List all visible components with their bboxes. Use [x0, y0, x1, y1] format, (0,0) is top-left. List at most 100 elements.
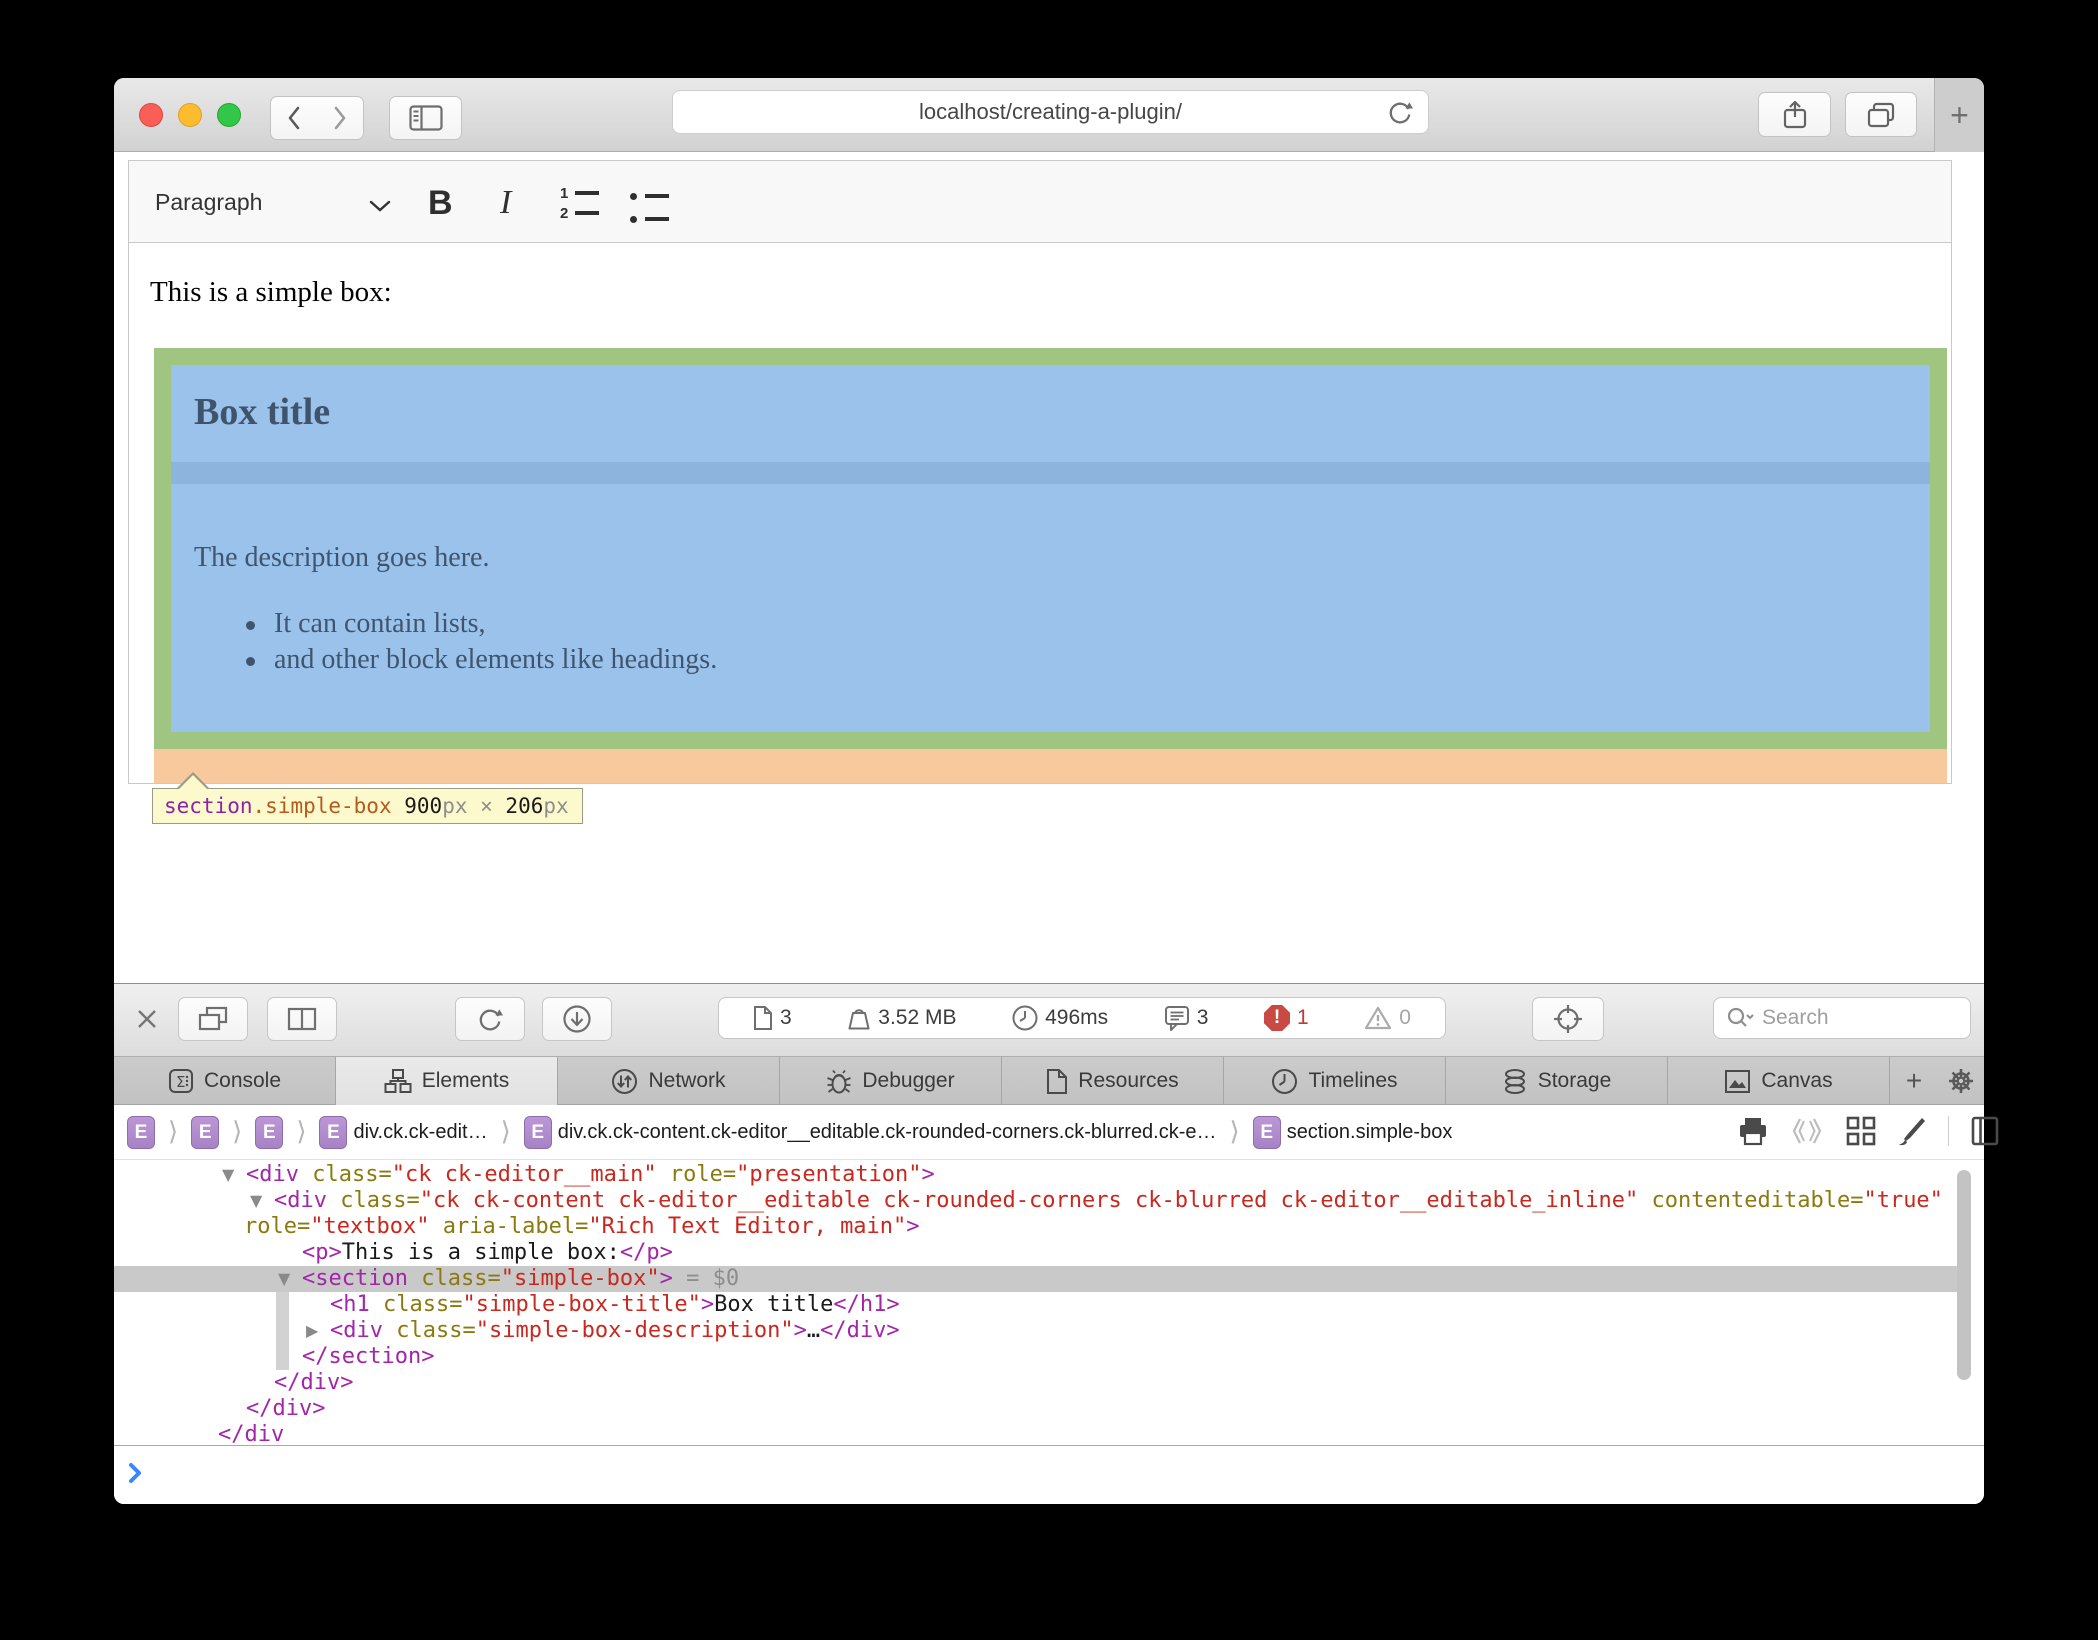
- dom-tree-line-3[interactable]: role="textbox" aria-label="Rich Text Edi…: [244, 1214, 920, 1240]
- breadcrumb: E⟩E⟩E⟩Ediv.ck.ck-edit…⟩Ediv.ck.ck-conten…: [127, 1105, 1452, 1160]
- disclosure-triangle-closed[interactable]: ▶: [306, 1321, 318, 1340]
- tab-resources[interactable]: Resources: [1002, 1057, 1224, 1105]
- bullet-item[interactable]: It can contain lists,: [274, 608, 486, 640]
- tab-canvas[interactable]: Canvas: [1668, 1057, 1890, 1105]
- forward-button[interactable]: [316, 96, 364, 140]
- reload-page-icon[interactable]: [1386, 98, 1414, 126]
- timelines-icon: [1271, 1068, 1298, 1095]
- bulleted-list-button[interactable]: [630, 189, 669, 226]
- breadcrumb-item[interactable]: E: [191, 1116, 219, 1149]
- paintbrush-icon[interactable]: [1898, 1116, 1926, 1146]
- tab-label: Debugger: [862, 1069, 954, 1093]
- element-badge-icon: E: [127, 1116, 155, 1149]
- warning-count-badge[interactable]: 0: [1364, 1005, 1411, 1031]
- transfer-size-badge[interactable]: 3.52 MB: [847, 1005, 956, 1031]
- breadcrumb-label: section.simple-box: [1287, 1121, 1453, 1144]
- devtools-settings-button[interactable]: [1938, 1057, 1984, 1105]
- document-icon: [753, 1005, 773, 1031]
- debugger-icon: [826, 1068, 852, 1095]
- disclosure-triangle-open[interactable]: ▼: [222, 1165, 234, 1184]
- tab-console[interactable]: ΣConsole: [114, 1057, 336, 1105]
- grid-icon[interactable]: [1846, 1116, 1876, 1146]
- sidebar-toggle-button[interactable]: [389, 96, 462, 140]
- tab-network[interactable]: Network: [558, 1057, 780, 1105]
- address-bar[interactable]: localhost/creating-a-plugin/: [672, 90, 1429, 134]
- tab-debugger[interactable]: Debugger: [780, 1057, 1002, 1105]
- element-picker-button[interactable]: [1532, 997, 1604, 1041]
- chevron-right-icon: ⟩: [296, 1116, 306, 1147]
- angle-brackets-icon[interactable]: [1790, 1116, 1824, 1146]
- weight-icon: [847, 1005, 871, 1031]
- new-tab-button[interactable]: +: [1934, 78, 1984, 152]
- tab-label: Storage: [1538, 1069, 1612, 1093]
- url-text: localhost/creating-a-plugin/: [919, 99, 1182, 125]
- dom-tree-line-2[interactable]: <div class="ck ck-content ck-editor__edi…: [274, 1188, 1943, 1214]
- tab-timelines[interactable]: Timelines: [1224, 1057, 1446, 1105]
- elements-icon: [384, 1068, 412, 1094]
- breadcrumb-item[interactable]: E: [127, 1116, 155, 1149]
- show-all-tabs-button[interactable]: [1845, 92, 1917, 137]
- devtools-search-field[interactable]: Search: [1713, 997, 1971, 1039]
- dom-tree-scrollbar[interactable]: [1957, 1170, 1971, 1380]
- paragraph-style-dropdown[interactable]: Paragraph: [155, 189, 262, 216]
- close-window-button[interactable]: [139, 103, 163, 127]
- bold-button[interactable]: B: [428, 184, 453, 223]
- minimize-window-button[interactable]: [178, 103, 202, 127]
- tooltip-tag: section: [164, 794, 253, 818]
- error-octagon-icon: !: [1264, 1005, 1290, 1031]
- dom-tree-line-1[interactable]: <div class="ck ck-editor__main" role="pr…: [246, 1162, 935, 1188]
- sidebar-icon: [409, 105, 443, 131]
- load-time-badge[interactable]: 496ms: [1012, 1005, 1108, 1031]
- tab-elements[interactable]: Elements: [336, 1057, 558, 1105]
- dom-tree-line-8[interactable]: </section>: [302, 1344, 434, 1370]
- dock-side-button[interactable]: [178, 997, 248, 1041]
- disclosure-triangle-open[interactable]: ▼: [250, 1191, 262, 1210]
- canvas-icon: [1724, 1069, 1751, 1094]
- share-icon: [1782, 100, 1808, 130]
- console-icon: Σ: [168, 1068, 194, 1094]
- dom-tree-line-9[interactable]: </div>: [274, 1370, 353, 1396]
- reload-button[interactable]: [455, 997, 525, 1041]
- console-prompt-icon[interactable]: [127, 1462, 143, 1484]
- details-sidebar-icon[interactable]: [1971, 1116, 1999, 1146]
- dom-tree-line-4[interactable]: <p>This is a simple box:</p>: [302, 1240, 673, 1266]
- element-size-tooltip: section.simple-box 900px × 206px: [152, 788, 583, 824]
- disclosure-triangle-open[interactable]: ▼: [278, 1269, 290, 1288]
- download-button[interactable]: [542, 997, 612, 1041]
- network-icon: [611, 1068, 638, 1095]
- italic-button[interactable]: I: [500, 184, 511, 222]
- dom-tree-line-10[interactable]: </div>: [246, 1396, 325, 1422]
- devtools-status-pill: 3 3.52 MB 496ms 3 ! 1 0: [718, 997, 1446, 1039]
- breadcrumb-item[interactable]: E: [255, 1116, 283, 1149]
- dom-tree-line-6[interactable]: <h1 class="simple-box-title">Box title</…: [330, 1292, 900, 1318]
- bullet-item[interactable]: and other block elements like headings.: [274, 644, 717, 676]
- numbered-list-button[interactable]: 1 2: [560, 186, 599, 220]
- element-badge-icon: E: [191, 1116, 219, 1149]
- tooltip-class: .simple-box: [253, 794, 392, 818]
- chevron-down-icon[interactable]: [368, 199, 392, 213]
- split-view-button[interactable]: [267, 997, 337, 1041]
- dom-tree-line-7[interactable]: <div class="simple-box-description">…</d…: [330, 1318, 900, 1344]
- simple-box-title[interactable]: Box title: [194, 390, 330, 434]
- tab-label: Timelines: [1308, 1069, 1397, 1093]
- add-devtools-tab-button[interactable]: +: [1890, 1057, 1938, 1105]
- zoom-window-button[interactable]: [217, 103, 241, 127]
- quick-console-row[interactable]: [114, 1445, 1984, 1504]
- dom-tree-line-5[interactable]: <section class="simple-box"> = $0: [302, 1266, 739, 1292]
- breadcrumb-item-section[interactable]: Esection.simple-box: [1253, 1116, 1453, 1149]
- close-devtools-icon[interactable]: [135, 1007, 159, 1031]
- console-message-badge[interactable]: 3: [1164, 1005, 1209, 1031]
- editor-paragraph-text[interactable]: This is a simple box:: [150, 276, 392, 309]
- breadcrumb-item-div[interactable]: Ediv.ck.ck-edit…: [319, 1116, 487, 1149]
- breadcrumb-item-div[interactable]: Ediv.ck.ck-content.ck-editor__editable.c…: [524, 1116, 1217, 1149]
- resource-count-badge[interactable]: 3: [753, 1005, 792, 1031]
- share-button[interactable]: [1758, 92, 1831, 137]
- tab-storage[interactable]: Storage: [1446, 1057, 1668, 1105]
- separator: [1948, 1116, 1949, 1146]
- simple-box-description[interactable]: The description goes here.: [194, 542, 489, 574]
- back-button[interactable]: [270, 96, 317, 140]
- error-count-badge[interactable]: ! 1: [1264, 1005, 1309, 1031]
- print-icon[interactable]: [1738, 1116, 1768, 1146]
- breadcrumb-label: div.ck.ck-content.ck-editor__editable.ck…: [558, 1121, 1217, 1144]
- reload-icon: [476, 1005, 504, 1033]
